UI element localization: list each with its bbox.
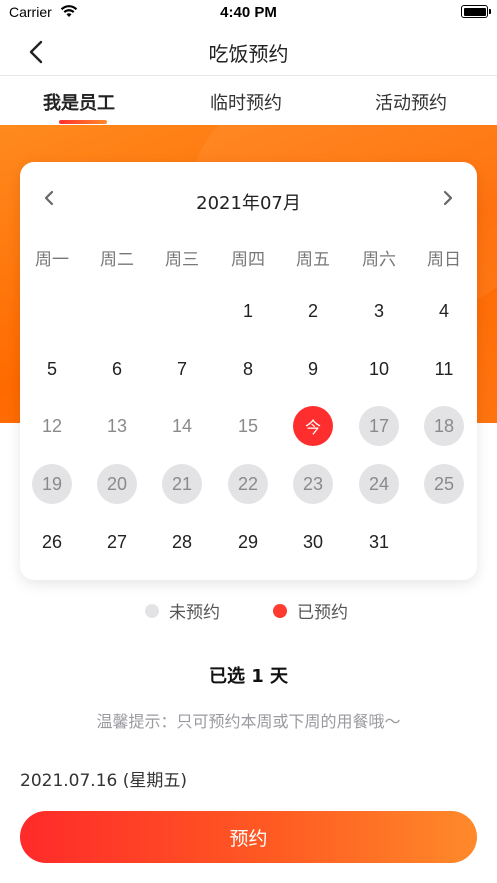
- calendar-day[interactable]: 6: [97, 349, 137, 389]
- calendar-day[interactable]: 15: [228, 406, 268, 446]
- calendar-day[interactable]: 21: [162, 464, 202, 504]
- calendar-day[interactable]: 20: [97, 464, 137, 504]
- calendar-day[interactable]: 10: [359, 349, 399, 389]
- legend-label: 未预约: [169, 603, 220, 623]
- calendar-day[interactable]: 17: [359, 406, 399, 446]
- next-month-button[interactable]: [435, 186, 459, 210]
- booked-dot-icon: [273, 603, 287, 618]
- tab-bar: 我是员工 临时预约 活动预约: [0, 77, 497, 125]
- month-title: 2021年07月: [196, 193, 301, 214]
- legend-label: 已预约: [297, 603, 348, 623]
- calendar-day[interactable]: 23: [293, 464, 333, 504]
- tab-employee[interactable]: 我是员工: [43, 89, 115, 115]
- selected-count-summary: 已选 1 天: [0, 662, 497, 688]
- calendar-day[interactable]: 26: [32, 522, 72, 562]
- calendar-day[interactable]: 30: [293, 522, 333, 562]
- calendar-day[interactable]: 5: [32, 349, 72, 389]
- summary-prefix: 已选: [208, 666, 245, 687]
- status-bar: Carrier 4:40 PM: [0, 0, 497, 26]
- calendar-day[interactable]: 29: [228, 522, 268, 562]
- calendar-day[interactable]: 19: [32, 464, 72, 504]
- weekday-label: 周一: [35, 250, 69, 270]
- legend: 未预约 已预约: [0, 598, 497, 623]
- calendar-day[interactable]: 12: [32, 406, 72, 446]
- calendar-day[interactable]: 24: [359, 464, 399, 504]
- clock: 4:40 PM: [220, 4, 277, 21]
- tip-text: 温馨提示：只可预约本周或下周的用餐哦～: [96, 712, 401, 731]
- calendar-day[interactable]: 1: [228, 291, 268, 331]
- calendar-day[interactable]: 9: [293, 349, 333, 389]
- book-button[interactable]: 预约: [20, 811, 477, 863]
- summary-suffix: 天: [270, 666, 289, 687]
- nav-bar: 吃饭预约: [0, 26, 497, 76]
- selected-date: 2021.07.16 (星期五): [20, 771, 188, 791]
- weekday-label: 周四: [231, 250, 265, 270]
- calendar-day[interactable]: 3: [359, 291, 399, 331]
- weekday-label: 周五: [296, 250, 330, 270]
- tab-activity[interactable]: 活动预约: [375, 89, 447, 115]
- calendar-day[interactable]: 2: [293, 291, 333, 331]
- chevron-right-icon: [443, 190, 453, 206]
- weekday-header: 周一 周二 周三 周四 周五 周六 周日: [20, 245, 477, 270]
- weekday-label: 周六: [362, 250, 396, 270]
- calendar-day[interactable]: 4: [424, 291, 464, 331]
- legend-booked: 已预约: [273, 598, 348, 623]
- unbooked-dot-icon: [145, 603, 159, 618]
- legend-unbooked: 未预约: [145, 598, 220, 623]
- calendar-day[interactable]: 22: [228, 464, 268, 504]
- calendar-day[interactable]: 27: [97, 522, 137, 562]
- battery-icon: [461, 5, 491, 18]
- calendar-day[interactable]: 14: [162, 406, 202, 446]
- page-title: 吃饭预约: [208, 42, 289, 66]
- weekday-label: 周三: [165, 250, 199, 270]
- calendar-day-today[interactable]: 今: [293, 406, 333, 446]
- tab-temporary[interactable]: 临时预约: [210, 89, 282, 115]
- calendar-day[interactable]: 31: [359, 522, 399, 562]
- calendar-day[interactable]: 18: [424, 406, 464, 446]
- active-tab-indicator: [59, 120, 107, 124]
- calendar-card: 2021年07月 周一 周二 周三 周四 周五 周六 周日 1234567891…: [20, 162, 477, 580]
- calendar-day[interactable]: 7: [162, 349, 202, 389]
- calendar-day[interactable]: 13: [97, 406, 137, 446]
- weekday-label: 周日: [427, 250, 461, 270]
- calendar-day[interactable]: 25: [424, 464, 464, 504]
- summary-count: 1: [251, 666, 264, 687]
- weekday-label: 周二: [100, 250, 134, 270]
- calendar-day[interactable]: 11: [424, 349, 464, 389]
- calendar-day[interactable]: 8: [228, 349, 268, 389]
- calendar-day[interactable]: 28: [162, 522, 202, 562]
